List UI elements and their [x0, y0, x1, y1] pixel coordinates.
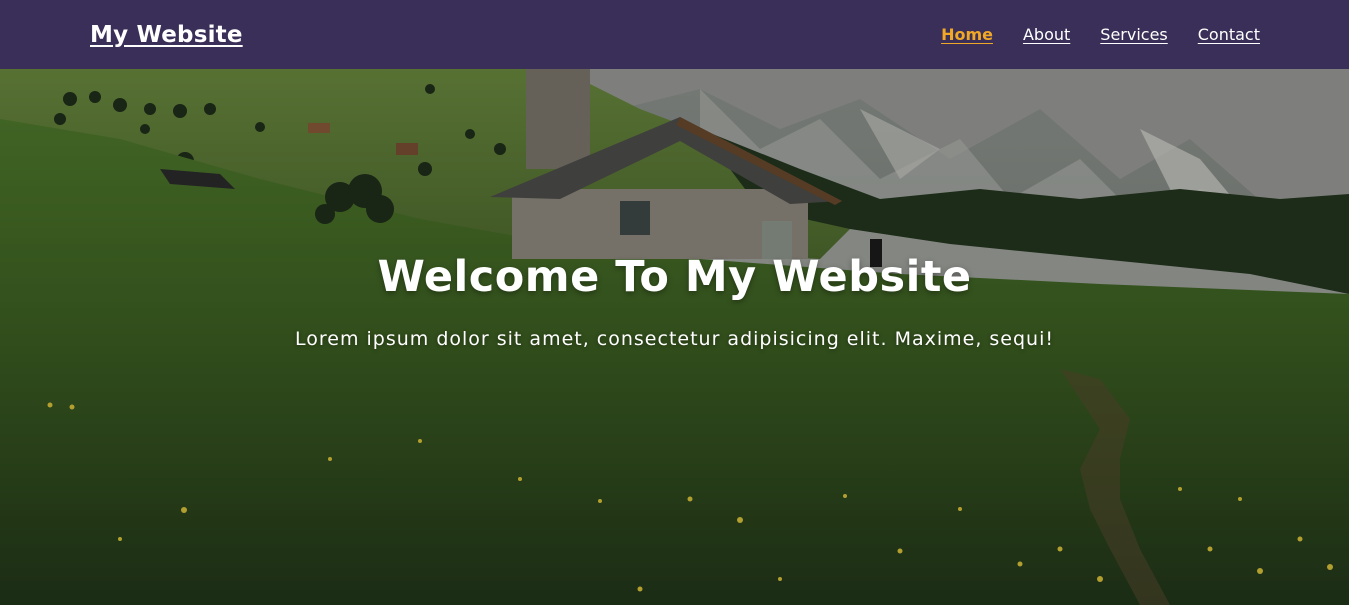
nav-link-services[interactable]: Services — [1100, 25, 1167, 44]
nav-link-about[interactable]: About — [1023, 25, 1070, 44]
nav-link-contact[interactable]: Contact — [1198, 25, 1260, 44]
nav-links: Home About Services Contact — [941, 25, 1260, 44]
hero-title: Welcome To My Website — [377, 252, 972, 302]
navbar: My Website Home About Services Contact — [0, 0, 1349, 69]
hero-section: Welcome To My Website Lorem ipsum dolor … — [0, 69, 1349, 605]
nav-link-home[interactable]: Home — [941, 25, 993, 44]
hero-subtitle: Lorem ipsum dolor sit amet, consectetur … — [294, 328, 1054, 350]
brand-logo-link[interactable]: My Website — [90, 22, 243, 48]
